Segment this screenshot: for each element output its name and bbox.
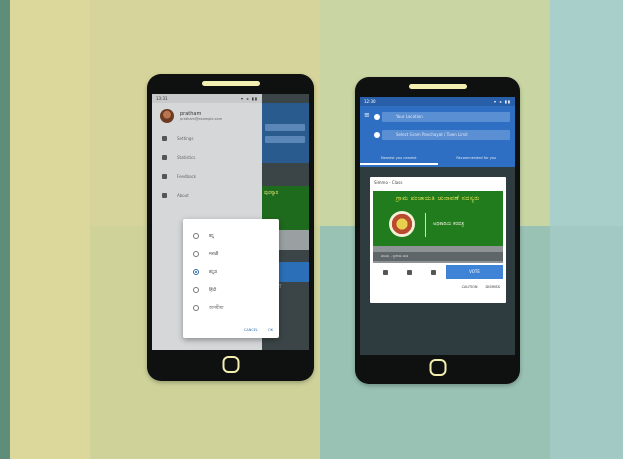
location-icon (374, 114, 380, 120)
language-dialog: ಕನ್ನ मराठी ಕನ್ನಡ हिंदी অসমীয়া CANCEL OK (183, 219, 279, 338)
vote-button[interactable]: VOTE (446, 265, 503, 279)
language-option[interactable]: অসমীয়া (183, 299, 279, 317)
feedback-icon (162, 174, 167, 179)
drawer-item-label: Feedback (177, 174, 197, 179)
card-actions: CAUTION DISMISS (462, 285, 500, 289)
divider (425, 213, 426, 237)
background-band (10, 0, 90, 459)
language-option[interactable]: हिंदी (183, 281, 279, 299)
graduation-cap-icon[interactable] (430, 269, 436, 275)
card-title: Simmo - Class (374, 180, 403, 185)
background-band (0, 0, 10, 459)
drawer-item-about[interactable]: About (152, 186, 262, 205)
emblem-icon (389, 211, 415, 237)
share-icon[interactable] (406, 269, 412, 275)
status-icons: ▾ ◂ ▮▮ (241, 96, 258, 101)
info-icon (162, 193, 167, 198)
radio-button[interactable] (193, 287, 199, 293)
language-option-label: ಕನ್ನ (209, 234, 215, 239)
language-option-label: অসমীয়া (209, 305, 224, 311)
candidate-card[interactable]: Simmo - Class ಗ್ರಾಮ ಪಂಚಾಯತಿ ಚುನಾವಣೆ ಸದಸ್… (370, 177, 506, 303)
caution-button[interactable]: CAUTION (462, 285, 478, 289)
status-bar: 13:31 ▾ ◂ ▮▮ (152, 94, 262, 103)
card-banner: ಗ್ರಾಮ ಪಂಚಾಯತಿ ಚುನಾವಣೆ ಸದಸ್ಯರು ಅಧಿಕಾರಿಯ ಕ… (373, 191, 503, 246)
drawer-item-label: Statistics (177, 155, 196, 160)
tab-nearest[interactable]: Nearest you nearest (360, 151, 438, 165)
language-option-label: हिंदी (209, 288, 217, 293)
ok-button[interactable]: OK (268, 328, 273, 332)
app-field (265, 124, 305, 131)
banner-title: ಗ್ರಾಮ ಪಂಚಾಯತಿ ಚುನಾವಣೆ ಸದಸ್ಯರು (396, 195, 480, 202)
place-icon (374, 132, 380, 138)
language-option[interactable]: मराठी (183, 245, 279, 263)
status-time: 12:30 (364, 99, 376, 104)
phone-left-screen: ಪುರಸ್ಕಾರ SUBMIT 13:31 ▾ ◂ ▮▮ pratham pra… (152, 94, 309, 350)
drawer-item-feedback[interactable]: Feedback (152, 167, 262, 186)
location-input[interactable]: Your Location (382, 112, 510, 122)
language-option-label: मराठी (209, 252, 219, 257)
menu-icon[interactable]: ≡ (364, 111, 370, 119)
language-option-label: ಕನ್ನಡ (209, 270, 218, 275)
status-bar: 12:30 ▾ ◂ ▮▮ (360, 97, 515, 106)
drawer-item-statistics[interactable]: Statistics (152, 148, 262, 167)
radio-button-checked[interactable] (193, 269, 199, 275)
chart-icon (162, 155, 167, 160)
app-header (262, 103, 309, 163)
app-banner-text: ಪುರಸ್ಕಾರ (264, 190, 279, 196)
card-icon-row (373, 265, 445, 279)
profile-header[interactable]: pratham pratham@example.com (152, 103, 262, 129)
status-icons: ▾ ◂ ▮▮ (494, 99, 511, 104)
drawer-item-label: About (177, 193, 189, 198)
app-field (265, 136, 305, 143)
avatar[interactable] (160, 109, 174, 123)
home-button[interactable] (222, 356, 239, 373)
phone-left: ಪುರಸ್ಕಾರ SUBMIT 13:31 ▾ ◂ ▮▮ pratham pra… (147, 74, 314, 381)
settings-icon (162, 136, 167, 141)
mic-icon[interactable] (382, 269, 388, 275)
drawer-item-label: Settings (177, 136, 194, 141)
phone-right: 12:30 ▾ ◂ ▮▮ ≡ Your Location Select Gram… (355, 77, 520, 384)
phone-speaker (408, 84, 467, 89)
tab-recommended[interactable]: Recommended for you (438, 151, 516, 165)
radio-button[interactable] (193, 305, 199, 311)
app-header: 12:30 ▾ ◂ ▮▮ ≡ Your Location Select Gram… (360, 97, 515, 167)
profile-email: pratham@example.com (180, 117, 223, 121)
banner-subtitle: ಅಧಿಕಾರಿಯ ಕರಪತ್ರ (433, 221, 465, 227)
background-band (550, 226, 623, 459)
panchayat-input[interactable]: Select Gram Panchayat / Town Limit (382, 130, 510, 140)
radio-button[interactable] (193, 251, 199, 257)
phone-speaker (201, 81, 260, 86)
radio-button[interactable] (193, 233, 199, 239)
dialog-actions: CANCEL OK (244, 328, 273, 332)
home-button[interactable] (429, 359, 446, 376)
language-option[interactable]: ಕನ್ನ (183, 227, 279, 245)
cancel-button[interactable]: CANCEL (244, 328, 258, 332)
tab-bar: Nearest you nearest Recommended for you (360, 151, 515, 165)
card-strip: ವಲಯ - ಸ್ಥಳೀಯ ಮತ (373, 252, 503, 261)
drawer-item-settings[interactable]: Settings (152, 129, 262, 148)
language-option[interactable]: ಕನ್ನಡ (183, 263, 279, 281)
status-time: 13:31 (156, 96, 168, 101)
phone-right-screen: 12:30 ▾ ◂ ▮▮ ≡ Your Location Select Gram… (360, 97, 515, 355)
dismiss-button[interactable]: DISMISS (486, 285, 500, 289)
